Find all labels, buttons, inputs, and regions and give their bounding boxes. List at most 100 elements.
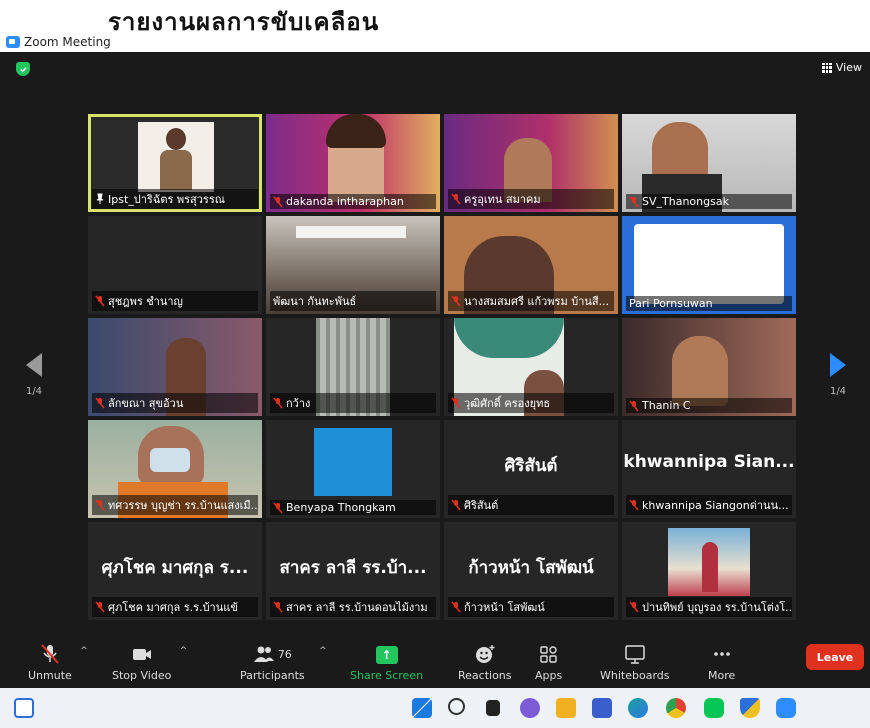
participant-name-label: ปานทิพย์ บุญรอง รร.บ้านโต่งโ... [626, 597, 792, 617]
participant-display-name: khwannipa Sian... [623, 452, 795, 472]
participant-name-label: ศิริสันต์ [448, 495, 614, 515]
reactions-button[interactable]: Reactions [458, 644, 512, 682]
widgets-icon[interactable] [14, 698, 34, 718]
share-screen-button[interactable]: ↑ Share Screen [350, 646, 423, 682]
task-view-icon[interactable] [486, 700, 500, 716]
participant-name-label: Benyapa Thongkam [270, 500, 436, 515]
video-tile[interactable]: ก้าวหน้า โสพัฒน์ ก้าวหน้า โสพัฒน์ [444, 522, 618, 620]
participants-icon [253, 646, 274, 662]
mic-muted-icon [629, 196, 639, 207]
video-tile[interactable]: dakanda intharaphan [266, 114, 440, 212]
page-indicator-right: 1/4 [829, 386, 847, 397]
participant-display-name: ศิริสันต์ [504, 456, 558, 476]
apps-icon [539, 646, 557, 663]
video-tile[interactable]: SV_Thanongsak [622, 114, 796, 212]
os-taskbar [0, 688, 870, 728]
participants-button[interactable]: 76 Participants ^ [240, 644, 327, 682]
mic-muted-icon [451, 397, 461, 409]
video-tile[interactable]: ครูอุเทน สมาคม [444, 114, 618, 212]
participant-video [138, 122, 214, 192]
stop-video-button[interactable]: Stop Video ^ [112, 644, 187, 682]
participant-name-label: ลักขณา สุขอ้วน [92, 393, 258, 413]
view-button[interactable]: View [821, 61, 862, 74]
mic-muted-icon [451, 295, 461, 307]
apps-button[interactable]: Apps [535, 644, 562, 682]
video-tile[interactable]: สุชฎพร ชำนาญ [88, 216, 262, 314]
whiteboards-button[interactable]: Whiteboards [600, 644, 669, 682]
video-tile[interactable]: khwannipa Sian... khwannipa Siangonด่านน… [622, 420, 796, 518]
more-button[interactable]: More [708, 644, 735, 682]
mic-muted-icon [273, 601, 283, 613]
chevron-up-icon[interactable]: ^ [180, 646, 188, 656]
participant-name-label: พัฒนา กันทะพันธ์ [270, 291, 436, 311]
participant-name-label: กว้าง [270, 393, 436, 413]
chevron-left-icon [26, 353, 42, 377]
screen: รายงานผลการขับเคลื่อน Zoom Meeting View … [0, 0, 870, 728]
search-icon[interactable] [448, 698, 465, 715]
store-icon[interactable] [592, 698, 612, 718]
view-label: View [835, 61, 862, 74]
grid-view-icon [821, 62, 832, 73]
mic-muted-icon [95, 397, 105, 409]
participant-name-label: สาคร ลาลี รร.บ้านดอนไม้งาม [270, 597, 436, 617]
video-tile[interactable]: สาคร ลาลี รร.บ้า... สาคร ลาลี รร.บ้านดอน… [266, 522, 440, 620]
teams-chat-icon[interactable] [520, 698, 540, 718]
video-tile[interactable]: ศิริสันต์ ศิริสันต์ [444, 420, 618, 518]
video-tile[interactable]: ลักขณา สุขอ้วน [88, 318, 262, 416]
video-tile[interactable]: Ipst_ปาริฉัตร พรสุวรรณ [88, 114, 262, 212]
unmute-button[interactable]: Unmute ^ [28, 644, 88, 682]
mic-muted-icon [451, 499, 461, 511]
encryption-shield-icon[interactable] [16, 62, 30, 76]
edge-browser-icon[interactable] [628, 698, 648, 718]
participant-name-label: Pari Pornsuwan [626, 296, 792, 311]
participant-name-label: dakanda intharaphan [270, 194, 436, 209]
mic-muted-icon [273, 196, 283, 207]
line-app-icon[interactable] [704, 698, 724, 718]
chevron-up-icon[interactable]: ^ [80, 646, 88, 656]
mic-muted-icon [629, 601, 639, 613]
file-explorer-icon[interactable] [556, 698, 576, 718]
pin-icon [96, 193, 104, 204]
participant-name-label: khwannipa Siangonด่านน... [626, 495, 792, 515]
participant-display-name: ก้าวหน้า โสพัฒน์ [468, 558, 594, 578]
mic-muted-icon [41, 644, 59, 664]
participants-count: 76 [277, 647, 292, 661]
mic-muted-icon [273, 502, 283, 513]
video-tile[interactable]: ศุภโชค มาศกุล ร... ศุภโชค มาศกุล ร.ร.บ้า… [88, 522, 262, 620]
participant-name-label: SV_Thanongsak [626, 194, 792, 209]
zoom-logo-icon [6, 36, 20, 48]
mic-muted-icon [95, 601, 105, 613]
zoom-app-icon[interactable] [776, 698, 796, 718]
video-tile[interactable]: Thanin C [622, 318, 796, 416]
slide-title-overlay: รายงานผลการขับเคลื่อน [108, 10, 380, 32]
video-tile[interactable]: ปานทิพย์ บุญรอง รร.บ้านโต่งโ... [622, 522, 796, 620]
more-dots-icon [713, 652, 730, 656]
video-tile[interactable]: พัฒนา กันทะพันธ์ [266, 216, 440, 314]
chrome-browser-icon[interactable] [666, 698, 686, 718]
participant-name-label: ศุภโชค มาศกุล ร.ร.บ้านแข้ [92, 597, 258, 617]
page-indicator-left: 1/4 [25, 386, 43, 397]
video-tile[interactable]: กว้าง [266, 318, 440, 416]
leave-button[interactable]: Leave [806, 644, 864, 670]
video-tile[interactable]: Benyapa Thongkam [266, 420, 440, 518]
meeting-window: View 1/4 1/4 Ipst_ปาริฉัตร พรสุวรรณ daka… [0, 52, 870, 688]
next-page-button[interactable]: 1/4 [818, 352, 858, 397]
window-title: Zoom Meeting [24, 35, 111, 49]
mic-muted-icon [95, 499, 105, 511]
mic-muted-icon [629, 499, 639, 511]
mic-muted-icon [629, 400, 639, 411]
video-tile[interactable]: Pari Pornsuwan [622, 216, 796, 314]
chevron-up-icon[interactable]: ^ [319, 646, 327, 656]
participant-display-name: สาคร ลาลี รร.บ้า... [279, 558, 427, 578]
participant-name-label: ก้าวหน้า โสพัฒน์ [448, 597, 614, 617]
windows-start-icon[interactable] [412, 698, 432, 718]
video-tile[interactable]: นางสมสมศรี แก้วพรม บ้านสี... [444, 216, 618, 314]
window-titlebar: Zoom Meeting [0, 32, 870, 52]
security-shield-icon[interactable] [740, 698, 760, 718]
participant-name-label: วุฒิศักดิ์ ครองยุทธ [448, 393, 614, 413]
video-tile[interactable]: วุฒิศักดิ์ ครองยุทธ [444, 318, 618, 416]
participant-name-label: Thanin C [626, 398, 792, 413]
meeting-toolbar: Unmute ^ Stop Video ^ 76 Participants ^ … [0, 636, 870, 688]
video-tile[interactable]: ทศวรรษ บุญช่า รร.บ้านแสงเมื... [88, 420, 262, 518]
previous-page-button[interactable]: 1/4 [14, 352, 54, 397]
